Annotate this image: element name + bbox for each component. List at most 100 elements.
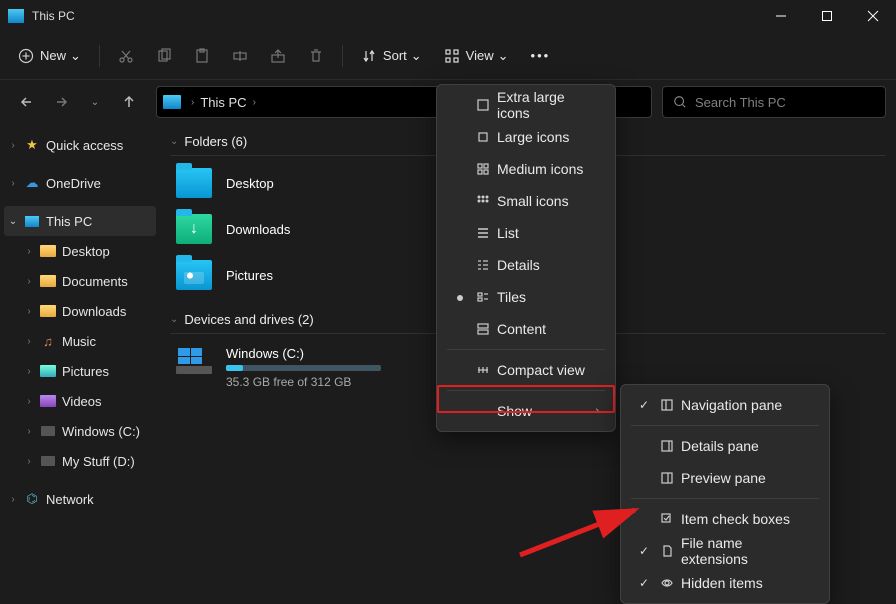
sidebar-item-label: This PC (46, 214, 92, 229)
view-menu: Extra large icons Large icons Medium ico… (436, 84, 616, 432)
clipboard-icon (194, 48, 210, 64)
rename-button[interactable] (222, 38, 258, 74)
sort-icon (361, 48, 377, 64)
menu-item-item-checkboxes[interactable]: Item check boxes (625, 503, 825, 535)
share-button[interactable] (260, 38, 296, 74)
list-icon (471, 226, 495, 240)
search-box[interactable]: Search This PC (662, 86, 886, 118)
menu-separator (631, 498, 819, 499)
sidebar-item-videos[interactable]: › Videos (0, 386, 160, 416)
trash-icon (308, 48, 324, 64)
crumb-arrow-icon: › (251, 97, 258, 108)
up-button[interactable] (112, 85, 146, 119)
this-pc-icon (24, 213, 40, 229)
compact-icon (471, 363, 495, 377)
folder-icon (40, 243, 56, 259)
menu-item-large-icons[interactable]: Large icons (441, 121, 611, 153)
drive-label: Windows (C:) (226, 346, 381, 361)
toolbar: New ⌄ Sort ⌄ View ⌄ ••• (0, 32, 896, 80)
menu-item-preview-pane[interactable]: Preview pane (625, 462, 825, 494)
crumb-arrow-icon: › (189, 97, 196, 108)
close-button[interactable] (850, 0, 896, 32)
sidebar-item-documents[interactable]: › Documents (0, 266, 160, 296)
drive-usage-bar (226, 365, 381, 371)
videos-icon (40, 393, 56, 409)
chevron-right-icon: › (8, 494, 18, 505)
drive-usage-text: 35.3 GB free of 312 GB (226, 375, 381, 389)
chevron-down-icon: ⌄ (91, 97, 99, 108)
more-button[interactable]: ••• (521, 38, 561, 74)
recent-button[interactable]: ⌄ (78, 85, 112, 119)
breadcrumb-segment[interactable]: This PC (200, 95, 246, 110)
folder-label: Downloads (226, 222, 290, 237)
plus-circle-icon (18, 48, 34, 64)
menu-item-file-name-extensions[interactable]: ✓File name extensions (625, 535, 825, 567)
menu-item-show[interactable]: Show› (441, 395, 611, 427)
menu-item-compact-view[interactable]: Compact view (441, 354, 611, 386)
sidebar-item-pictures[interactable]: › Pictures (0, 356, 160, 386)
back-button[interactable] (10, 85, 44, 119)
menu-item-navigation-pane[interactable]: ✓Navigation pane (625, 389, 825, 421)
sidebar-item-this-pc[interactable]: ⌄ This PC (4, 206, 156, 236)
chevron-down-icon: ⌄ (70, 48, 81, 64)
menu-item-xl-icons[interactable]: Extra large icons (441, 89, 611, 121)
file-icon (655, 544, 679, 558)
sidebar-item-label: Network (46, 492, 94, 507)
network-icon: ⌬ (24, 491, 40, 507)
menu-item-small-icons[interactable]: Small icons (441, 185, 611, 217)
menu-separator (447, 349, 605, 350)
chevron-right-icon: › (24, 366, 34, 377)
eye-icon (655, 576, 679, 590)
minimize-button[interactable] (758, 0, 804, 32)
small-icons-icon (471, 194, 495, 208)
sidebar-item-label: My Stuff (D:) (62, 454, 135, 469)
check-icon: ✓ (633, 398, 655, 412)
view-icon (444, 48, 460, 64)
forward-button[interactable] (44, 85, 78, 119)
window-controls (758, 0, 896, 32)
bullet-icon (449, 290, 471, 304)
view-button[interactable]: View ⌄ (434, 38, 519, 74)
folder-label: Desktop (226, 176, 274, 191)
navigation-pane: › ★ Quick access › ☁ OneDrive ⌄ This PC … (0, 124, 160, 600)
sidebar-item-downloads[interactable]: › Downloads (0, 296, 160, 326)
chevron-down-icon: ⌄ (170, 314, 178, 325)
menu-item-medium-icons[interactable]: Medium icons (441, 153, 611, 185)
sidebar-item-desktop[interactable]: › Desktop (0, 236, 160, 266)
new-button[interactable]: New ⌄ (8, 38, 91, 74)
menu-item-details[interactable]: Details (441, 249, 611, 281)
menu-item-hidden-items[interactable]: ✓Hidden items (625, 567, 825, 599)
menu-item-list[interactable]: List (441, 217, 611, 249)
folder-icon (40, 273, 56, 289)
maximize-button[interactable] (804, 0, 850, 32)
sidebar-item-label: Quick access (46, 138, 123, 153)
sort-button[interactable]: Sort ⌄ (351, 38, 432, 74)
search-icon (673, 95, 687, 109)
sidebar-item-label: Windows (C:) (62, 424, 140, 439)
menu-item-content[interactable]: Content (441, 313, 611, 345)
sidebar-item-quick-access[interactable]: › ★ Quick access (0, 130, 160, 160)
delete-button[interactable] (298, 38, 334, 74)
menu-item-details-pane[interactable]: Details pane (625, 430, 825, 462)
view-label: View (466, 48, 494, 63)
group-header-label: Folders (6) (184, 134, 247, 149)
music-icon: ♫ (40, 333, 56, 349)
arrow-right-icon (53, 94, 69, 110)
copy-button[interactable] (146, 38, 182, 74)
menu-item-tiles[interactable]: Tiles (441, 281, 611, 313)
this-pc-icon (163, 95, 181, 109)
sidebar-item-mystuff-d[interactable]: › My Stuff (D:) (0, 446, 160, 476)
cut-button[interactable] (108, 38, 144, 74)
details-pane-icon (655, 439, 679, 453)
sidebar-item-windows-c[interactable]: › Windows (C:) (0, 416, 160, 446)
sidebar-item-onedrive[interactable]: › ☁ OneDrive (0, 168, 160, 198)
chevron-right-icon: › (24, 396, 34, 407)
sidebar-item-label: OneDrive (46, 176, 101, 191)
toolbar-separator (99, 45, 100, 67)
sidebar-item-network[interactable]: › ⌬ Network (0, 484, 160, 514)
sidebar-item-music[interactable]: › ♫ Music (0, 326, 160, 356)
content-icon (471, 322, 495, 336)
check-icon: ✓ (633, 576, 655, 590)
paste-button[interactable] (184, 38, 220, 74)
chevron-down-icon: ⌄ (411, 48, 422, 64)
